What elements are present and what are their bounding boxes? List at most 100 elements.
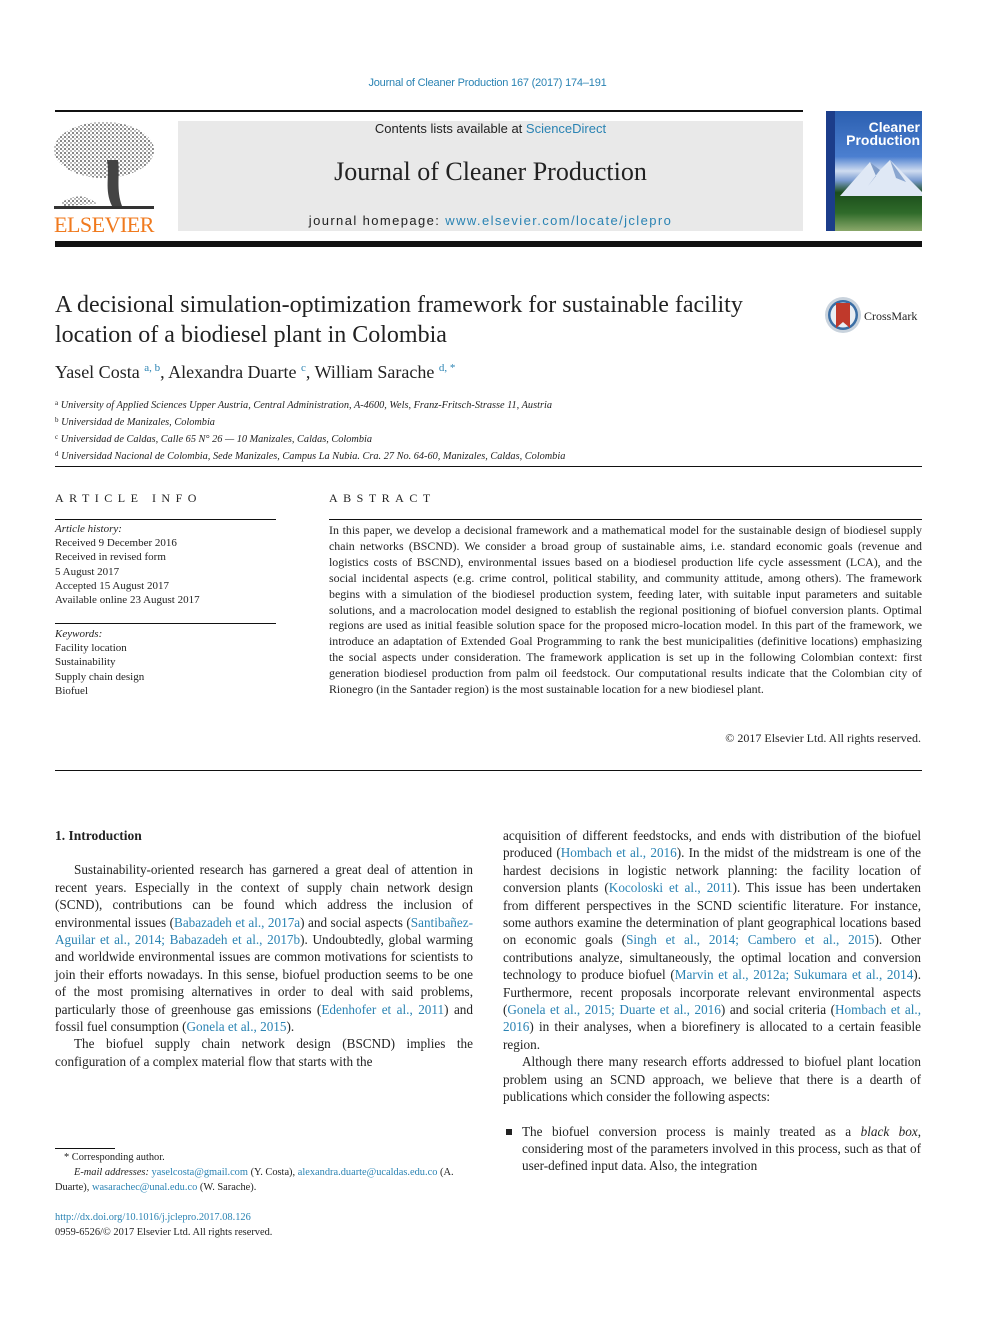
citation-link[interactable]: Gonela et al., 2015 (187, 1019, 287, 1034)
email-owner: (Y. Costa), (247, 1167, 298, 1178)
cover-side-band (826, 111, 835, 231)
citation-link[interactable]: Marvin et al., 2012a; Sukumara et al., 2… (675, 967, 914, 982)
paragraph-continued: acquisition of different feedstocks, and… (503, 828, 921, 1052)
divider (55, 623, 276, 624)
sciencedirect-link[interactable]: ScienceDirect (526, 121, 606, 136)
divider (329, 519, 922, 520)
crossmark-label: CrossMark (864, 309, 918, 323)
divider (55, 519, 276, 520)
elsevier-tree-icon (54, 122, 154, 209)
affiliation-item: b Universidad de Manizales, Colombia (55, 413, 755, 430)
author-separator: , (305, 362, 315, 382)
affiliation-key: a (55, 399, 59, 407)
keyword-item: Facility location (55, 642, 127, 655)
mountain-icon (840, 160, 922, 196)
journal-header-box: Contents lists available at ScienceDirec… (178, 121, 803, 231)
history-item: Received in revised form (55, 551, 166, 564)
affiliation-key: c (55, 433, 59, 441)
crossmark-icon (825, 297, 861, 333)
homepage-prefix: journal homepage: (308, 213, 446, 228)
list-item: The biofuel conversion process is mainly… (503, 1123, 921, 1175)
affiliation-key: d (55, 450, 59, 458)
list-item-text: The biofuel conversion process is mainly… (522, 1123, 921, 1174)
affiliation-text: University of Applied Sciences Upper Aus… (60, 400, 552, 411)
affiliation-item: d Universidad Nacional de Colombia, Sede… (55, 447, 755, 464)
abstract-text: In this paper, we develop a decisional f… (329, 523, 922, 697)
footnotes: * Corresponding author. E-mail addresses… (55, 1150, 473, 1195)
paragraph-split: The biofuel supply chain network design … (55, 1036, 473, 1069)
article-history: Article history: Received 9 December 201… (55, 522, 200, 607)
article-info-heading: ARTICLE INFO (55, 491, 202, 505)
cover-title-line2: Production (846, 132, 920, 148)
author-name: Alexandra Duarte (168, 362, 297, 382)
email-link[interactable]: alexandra.duarte@ucaldas.edu.co (298, 1167, 438, 1178)
keyword-item: Biofuel (55, 684, 88, 697)
email-owner: (W. Sarache). (197, 1182, 257, 1193)
email-label: E-mail addresses: (74, 1167, 149, 1178)
paragraph: Sustainability-oriented research has gar… (55, 862, 473, 1035)
citation-link[interactable]: Gonela et al., 2015; Duarte et al., 2016 (507, 1002, 720, 1017)
history-item: 5 August 2017 (55, 565, 120, 578)
journal-homepage-link[interactable]: www.elsevier.com/locate/jclepro (445, 213, 672, 228)
bullet-icon (506, 1128, 512, 1135)
email-addresses: E-mail addresses: yaselcosta@gmail.com (… (55, 1165, 473, 1195)
doi-block: http://dx.doi.org/10.1016/j.jclepro.2017… (55, 1210, 272, 1240)
author-name: Yasel Costa (55, 362, 140, 382)
corresponding-author-note: * Corresponding author. (64, 1152, 165, 1163)
journal-reference-link[interactable]: Journal of Cleaner Production 167 (2017)… (0, 77, 975, 89)
author[interactable]: William Sarache d, * (315, 362, 456, 382)
journal-title: Journal of Cleaner Production (334, 157, 647, 186)
contents-available-line: Contents lists available at ScienceDirec… (178, 121, 803, 136)
email-link[interactable]: yaselcosta@gmail.com (152, 1167, 248, 1178)
divider (55, 770, 922, 771)
emphasis-text: black box (860, 1123, 918, 1139)
citation-link[interactable]: Singh et al., 2014; Cambero et al., 2015 (626, 932, 874, 947)
journal-cover-image[interactable]: Cleaner Production (826, 111, 922, 231)
author-affiliation-marker[interactable]: a, b (144, 362, 160, 374)
author[interactable]: Yasel Costa a, b, (55, 362, 168, 382)
header-thick-rule (55, 241, 922, 247)
section-heading-introduction: 1. Introduction (55, 828, 142, 843)
author-affiliation-marker[interactable]: d, * (439, 362, 456, 374)
author[interactable]: Alexandra Duarte c, (168, 362, 315, 382)
cover-title: Cleaner Production (840, 120, 920, 148)
affiliation-text: Universidad Nacional de Colombia, Sede M… (61, 451, 566, 462)
elsevier-logo: ELSEVIER (52, 120, 156, 237)
author-separator: , (160, 362, 169, 382)
abstract-heading: ABSTRACT (329, 491, 436, 505)
divider (55, 466, 922, 467)
affiliation-item: a University of Applied Sciences Upper A… (55, 396, 755, 413)
affiliation-key: b (55, 416, 59, 424)
affiliation-list: a University of Applied Sciences Upper A… (55, 396, 755, 464)
doi-link[interactable]: http://dx.doi.org/10.1016/j.jclepro.2017… (55, 1212, 251, 1223)
author-list: Yasel Costa a, b, Alexandra Duarte c, Wi… (55, 362, 455, 383)
body-left-column: 1. Introduction Sustainability-oriented … (55, 827, 473, 1070)
citation-link[interactable]: Kocoloski et al., 2011 (609, 880, 733, 895)
keyword-item: Supply chain design (55, 670, 145, 683)
history-item: Accepted 15 August 2017 (55, 579, 169, 592)
keyword-item: Sustainability (55, 656, 116, 669)
author-name: William Sarache (314, 362, 435, 382)
header-top-rule (55, 110, 803, 112)
keywords: Keywords: Facility location Sustainabili… (55, 627, 144, 698)
footnote-rule (55, 1148, 115, 1149)
paragraph: Although there many research efforts add… (503, 1054, 921, 1105)
history-label: Article history: (55, 523, 122, 535)
citation-link[interactable]: Hombach et al., 2016 (561, 845, 677, 860)
affiliation-text: Universidad de Manizales, Colombia (61, 417, 215, 428)
contents-prefix: Contents lists available at (374, 121, 526, 136)
citation-link[interactable]: Edenhofer et al., 2011 (321, 1002, 444, 1017)
history-item: Received 9 December 2016 (55, 537, 177, 550)
article-title: A decisional simulation-optimization fra… (55, 292, 743, 348)
history-item: Available online 23 August 2017 (55, 594, 200, 607)
affiliation-text: Universidad de Caldas, Calle 65 N° 26 — … (60, 434, 373, 445)
keywords-label: Keywords: (55, 628, 103, 640)
citation-link[interactable]: Babazadeh et al., 2017a (174, 915, 300, 930)
affiliation-item: c Universidad de Caldas, Calle 65 N° 26 … (55, 430, 755, 447)
body-right-column: acquisition of different feedstocks, and… (503, 827, 921, 1175)
crossmark-button[interactable]: CrossMark (824, 296, 924, 336)
elsevier-wordmark: ELSEVIER (54, 212, 154, 237)
abstract-copyright: © 2017 Elsevier Ltd. All rights reserved… (725, 731, 921, 745)
email-link[interactable]: wasarachec@unal.edu.co (92, 1182, 197, 1193)
aspects-list: The biofuel conversion process is mainly… (503, 1123, 921, 1175)
